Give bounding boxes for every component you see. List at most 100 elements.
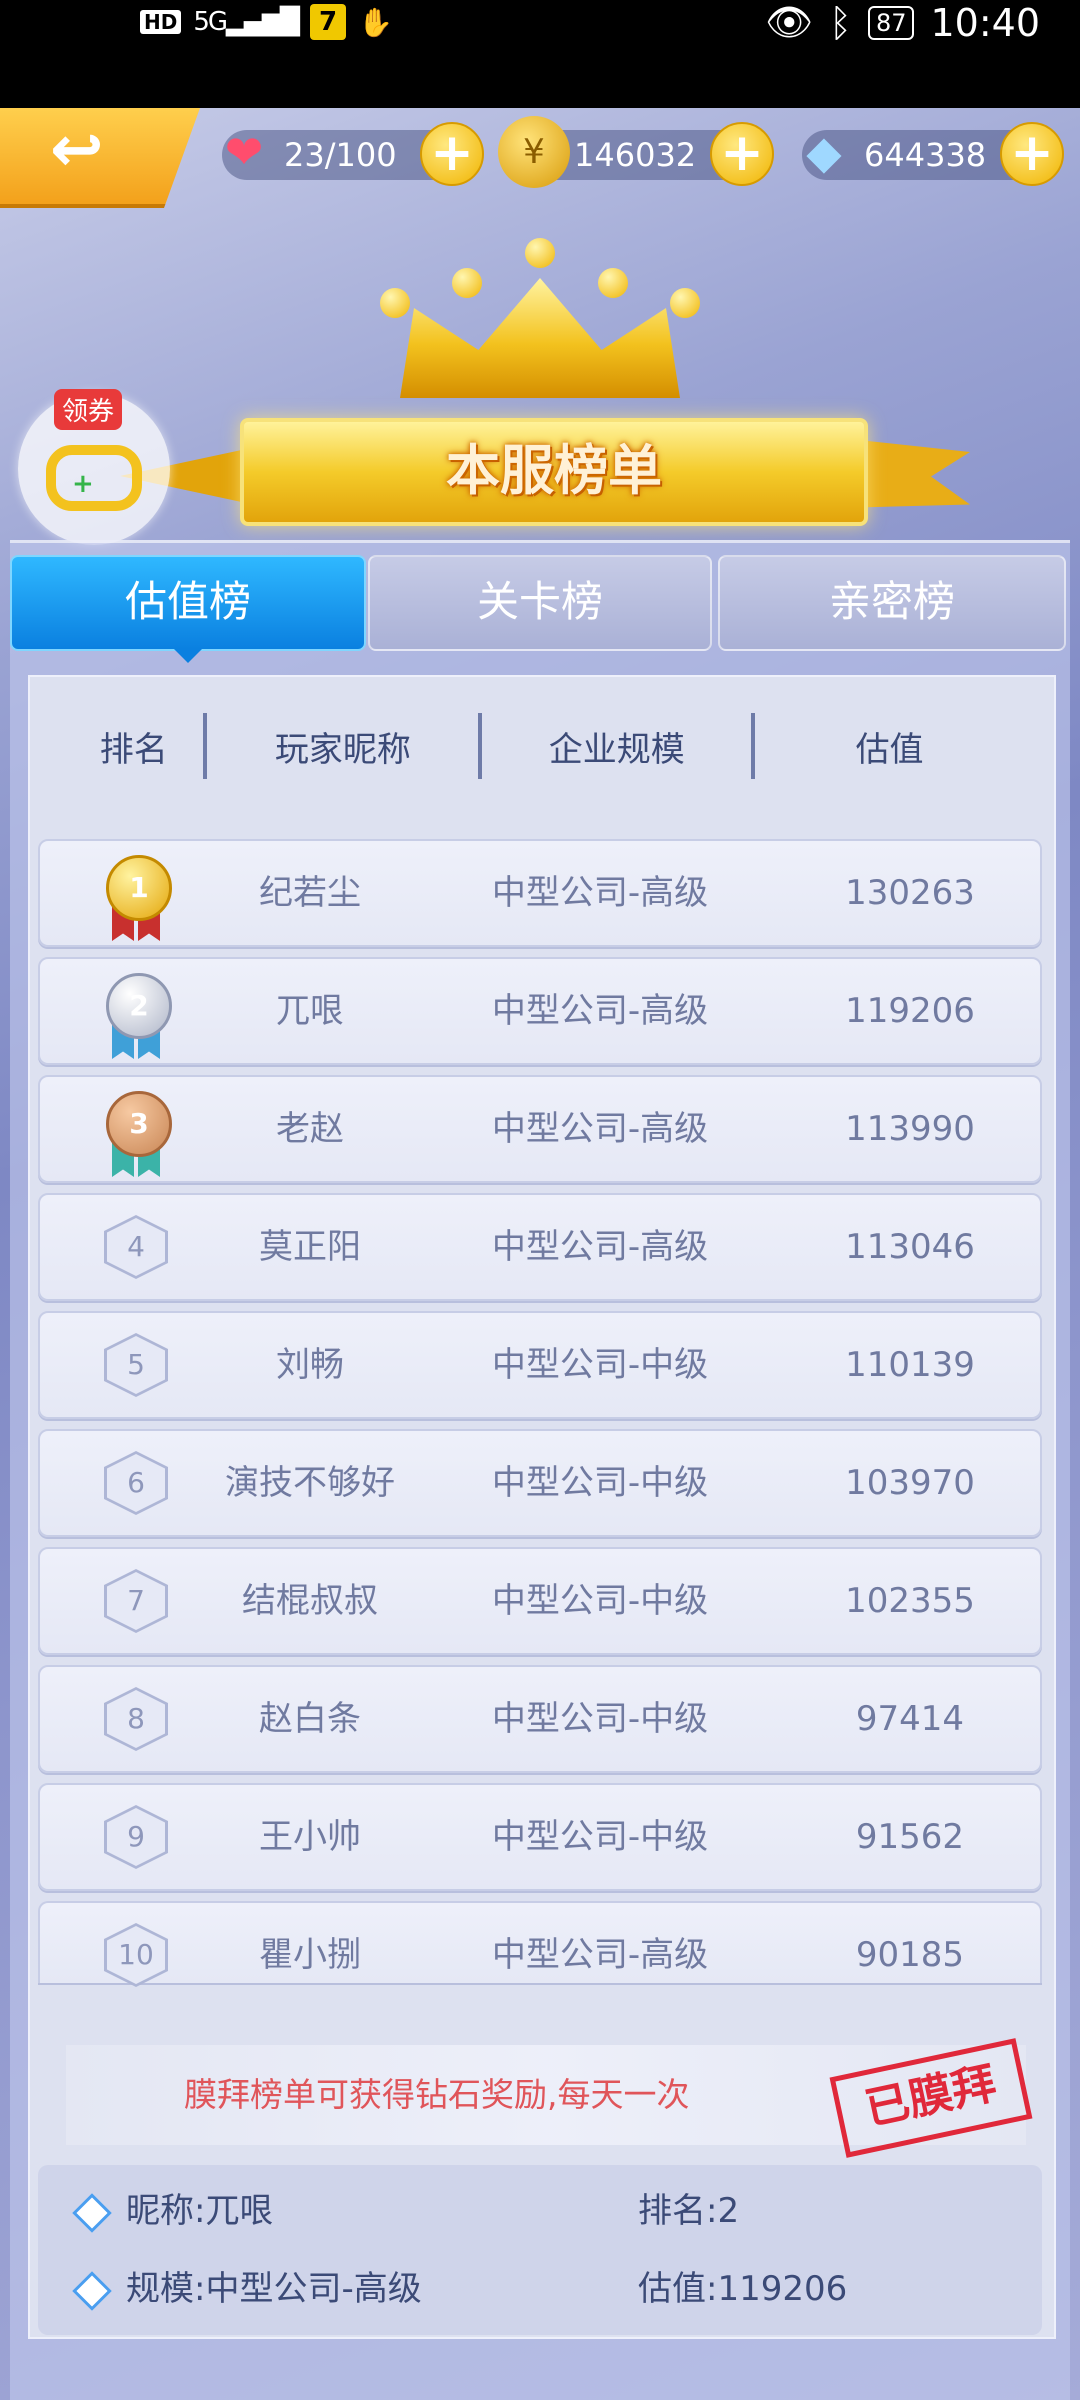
my-rank: 排名:2 — [638, 2191, 739, 2231]
player-name: 兀哏 — [276, 991, 344, 1031]
header-nickname: 玩家昵称 — [274, 729, 411, 770]
valuation-value: 119206 — [717, 2269, 848, 2309]
rank-label: 排名: — [638, 2191, 718, 2231]
company-scale: 中型公司-中级 — [491, 1699, 709, 1739]
table-row[interactable]: 8 赵白条 中型公司-中级 97414 — [38, 1665, 1042, 1773]
rank-number: 5 — [127, 1348, 145, 1381]
signal-icon: 5G▂▄▆█ — [193, 7, 300, 37]
valuation: 113990 — [845, 1109, 975, 1149]
rank-value: 2 — [717, 2191, 740, 2231]
scale-label: 规模: — [126, 2269, 206, 2309]
player-name: 赵白条 — [259, 1699, 361, 1739]
crown-jewel — [598, 268, 628, 298]
title-banner: 本服榜单 — [240, 418, 868, 526]
back-button[interactable]: ↩ — [0, 108, 200, 208]
worshipped-stamp: 已膜拜 — [829, 2038, 1033, 2158]
signal-label: 5G — [193, 7, 228, 37]
energy-value: 23/100 — [284, 136, 397, 174]
diamond-bullet-icon — [72, 2192, 112, 2233]
rank-hexagon-icon: 7 — [98, 1563, 174, 1639]
table-row[interactable]: 5 刘畅 中型公司-中级 110139 — [38, 1311, 1042, 1419]
tab-bar: 估值榜 关卡榜 亲密榜 — [10, 555, 1070, 663]
rank-number: 10 — [118, 1938, 154, 1971]
rank-number: 2 — [106, 973, 172, 1039]
crown-icon — [380, 238, 700, 398]
rank-hexagon-icon: 8 — [98, 1681, 174, 1757]
table-row[interactable]: 1 纪若尘 中型公司-高级 130263 — [38, 839, 1042, 947]
scale-value: 中型公司-高级 — [205, 2269, 422, 2309]
status-bar: HD 5G▂▄▆█ 7 ✋ 👁 ᛒ 87 10:40 — [0, 0, 1080, 108]
rank-number: 4 — [127, 1230, 145, 1263]
table-row[interactable]: 9 王小帅 中型公司-中级 91562 — [38, 1783, 1042, 1891]
valuation: 90185 — [855, 1935, 965, 1975]
clock: 10:40 — [930, 0, 1040, 45]
rank-number: 8 — [127, 1702, 145, 1735]
nickname-value: 兀哏 — [205, 2191, 274, 2231]
nickname-label: 昵称: — [126, 2191, 206, 2231]
table-row[interactable]: 4 莫正阳 中型公司-高级 113046 — [38, 1193, 1042, 1301]
hd-indicator: HD — [140, 10, 182, 34]
tab-intimacy[interactable]: 亲密榜 — [718, 555, 1066, 651]
company-scale: 中型公司-中级 — [491, 1817, 709, 1857]
header-scale: 企业规模 — [548, 729, 685, 770]
player-name: 老赵 — [276, 1109, 344, 1149]
bluetooth-icon: ᛒ — [829, 0, 852, 45]
coin-value: 146032 — [574, 136, 697, 174]
player-name: 刘畅 — [276, 1345, 344, 1385]
tab-stage[interactable]: 关卡榜 — [368, 555, 712, 651]
valuation: 113046 — [845, 1227, 975, 1267]
leaderboard-panel: 估值榜 关卡榜 亲密榜 排名 玩家昵称 企业规模 估值 1 纪若尘 中型公司-高… — [10, 540, 1070, 2400]
company-scale: 中型公司-中级 — [491, 1463, 709, 1503]
bronze-medal-icon: 3 — [98, 1091, 174, 1177]
app-notification-icon: 7 — [310, 4, 347, 40]
table-row[interactable]: 10 瞿小捌 中型公司-高级 90185 — [38, 1901, 1042, 1987]
rank-hexagon-icon: 4 — [98, 1209, 174, 1285]
company-scale: 中型公司-高级 — [491, 1227, 709, 1267]
valuation: 110139 — [845, 1345, 975, 1385]
player-name: 王小帅 — [259, 1817, 361, 1857]
my-ranking-card: 昵称:兀哏 排名:2 规模:中型公司-高级 估值:119206 — [38, 2165, 1042, 2335]
table-row[interactable]: 2 兀哏 中型公司-高级 119206 — [38, 957, 1042, 1065]
rank-hexagon-icon: 9 — [98, 1799, 174, 1875]
diamond-icon: ◆ — [806, 125, 842, 179]
table-row[interactable]: 7 结棍叔叔 中型公司-中级 102355 — [38, 1547, 1042, 1655]
gold-medal-icon: 1 — [98, 855, 174, 941]
company-scale: 中型公司-中级 — [491, 1345, 709, 1385]
my-valuation: 估值:119206 — [638, 2269, 847, 2309]
valuation: 91562 — [855, 1817, 965, 1857]
rank-hexagon-icon: 6 — [98, 1445, 174, 1521]
player-name: 演技不够好 — [225, 1463, 395, 1503]
coupon-tag: 领券 — [54, 389, 123, 430]
player-name: 莫正阳 — [259, 1227, 361, 1267]
silver-medal-icon: 2 — [98, 973, 174, 1059]
gamepad-icon — [46, 445, 142, 511]
leaderboard-screen: ↩ ❤ 23/100 + ¥ 146032 + ◆ 644338 + 本服榜单 … — [0, 108, 1080, 2400]
eye-icon: 👁 — [764, 0, 814, 44]
company-scale: 中型公司-高级 — [491, 991, 709, 1031]
gamepad-dpad-icon: + — [72, 469, 94, 499]
diamond-value: 644338 — [864, 136, 987, 174]
status-right: 👁 ᛒ 87 10:40 — [765, 0, 1040, 45]
table-row[interactable]: 6 演技不够好 中型公司-中级 103970 — [38, 1429, 1042, 1537]
header-value: 估值 — [855, 729, 924, 770]
tab-valuation[interactable]: 估值榜 — [10, 555, 366, 663]
valuation-label: 估值: — [638, 2269, 718, 2309]
company-scale: 中型公司-中级 — [491, 1581, 709, 1621]
coupon-button[interactable]: 领券 + — [18, 389, 170, 545]
table-row[interactable]: 3 老赵 中型公司-高级 113990 — [38, 1075, 1042, 1183]
rank-number: 7 — [127, 1584, 145, 1617]
crown-jewel — [670, 288, 700, 318]
add-energy-button[interactable]: + — [420, 122, 484, 186]
crown-jewel — [380, 288, 410, 318]
rank-hexagon-icon: 5 — [98, 1327, 174, 1403]
my-nickname: 昵称:兀哏 — [72, 2191, 274, 2233]
energy-counter: ❤ 23/100 + — [222, 122, 484, 186]
company-scale: 中型公司-高级 — [491, 873, 709, 913]
add-coins-button[interactable]: + — [710, 122, 774, 186]
rank-number: 9 — [127, 1820, 145, 1853]
valuation: 119206 — [845, 991, 975, 1031]
diamond-counter: ◆ 644338 + — [802, 122, 1064, 186]
battery-icon: 87 — [867, 5, 915, 40]
valuation: 103970 — [845, 1463, 975, 1503]
add-diamonds-button[interactable]: + — [1000, 122, 1064, 186]
